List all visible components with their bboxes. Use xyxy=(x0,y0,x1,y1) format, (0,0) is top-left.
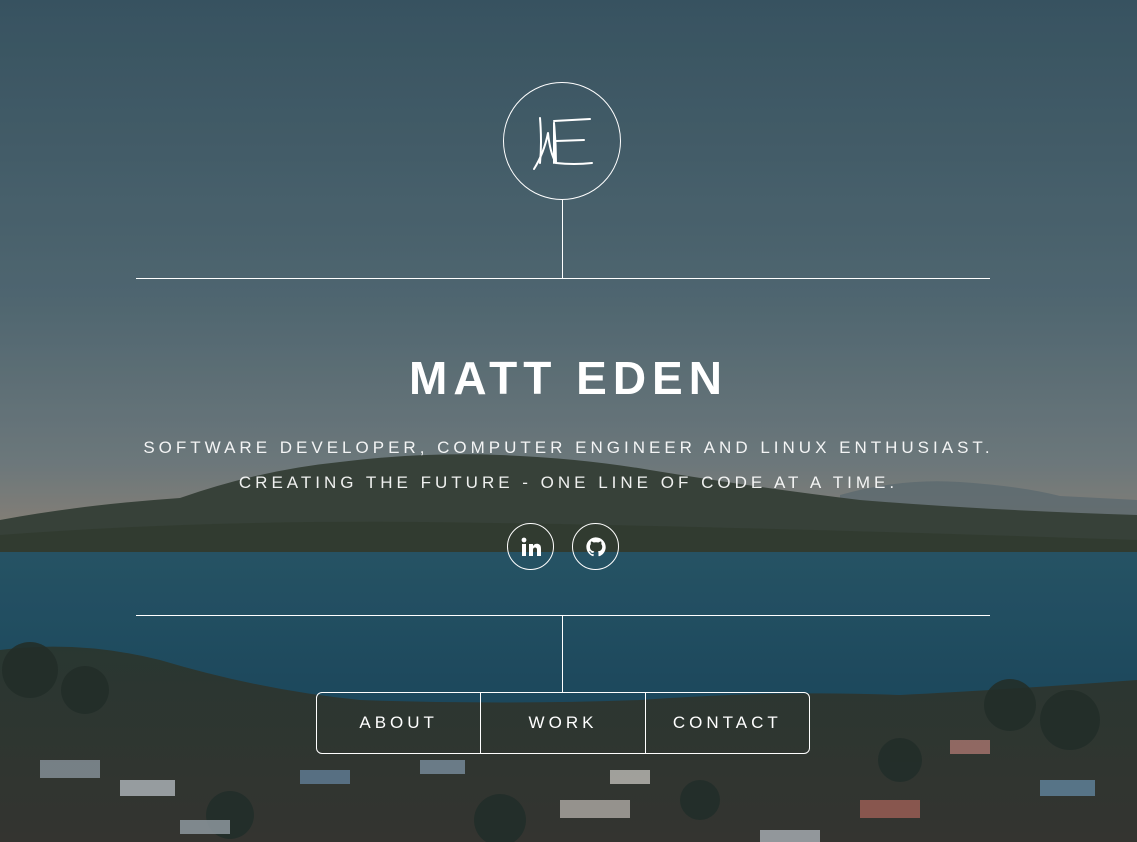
github-button[interactable] xyxy=(572,523,619,570)
bottom-vertical-divider xyxy=(562,615,563,692)
main-nav: ABOUT WORK CONTACT xyxy=(316,692,810,754)
nav-item-contact[interactable]: CONTACT xyxy=(644,693,809,753)
linkedin-button[interactable] xyxy=(507,523,554,570)
tagline-line-2: CREATING THE FUTURE - ONE LINE OF CODE A… xyxy=(238,473,899,492)
nav-item-work[interactable]: WORK xyxy=(480,693,644,753)
github-icon xyxy=(585,536,606,556)
top-vertical-divider xyxy=(562,200,563,278)
signature-monogram-icon xyxy=(533,117,593,170)
nav-item-about[interactable]: ABOUT xyxy=(317,693,480,753)
top-horizontal-divider xyxy=(136,278,990,279)
linkedin-icon xyxy=(521,537,541,556)
page-title: MATT EDEN xyxy=(409,352,728,404)
logo[interactable] xyxy=(503,82,621,200)
bottom-horizontal-divider xyxy=(136,615,990,616)
hero-section: MATT EDEN SOFTWARE DEVELOPER, COMPUTER E… xyxy=(0,0,1137,842)
tagline-line-1: SOFTWARE DEVELOPER, COMPUTER ENGINEER AN… xyxy=(143,438,994,457)
